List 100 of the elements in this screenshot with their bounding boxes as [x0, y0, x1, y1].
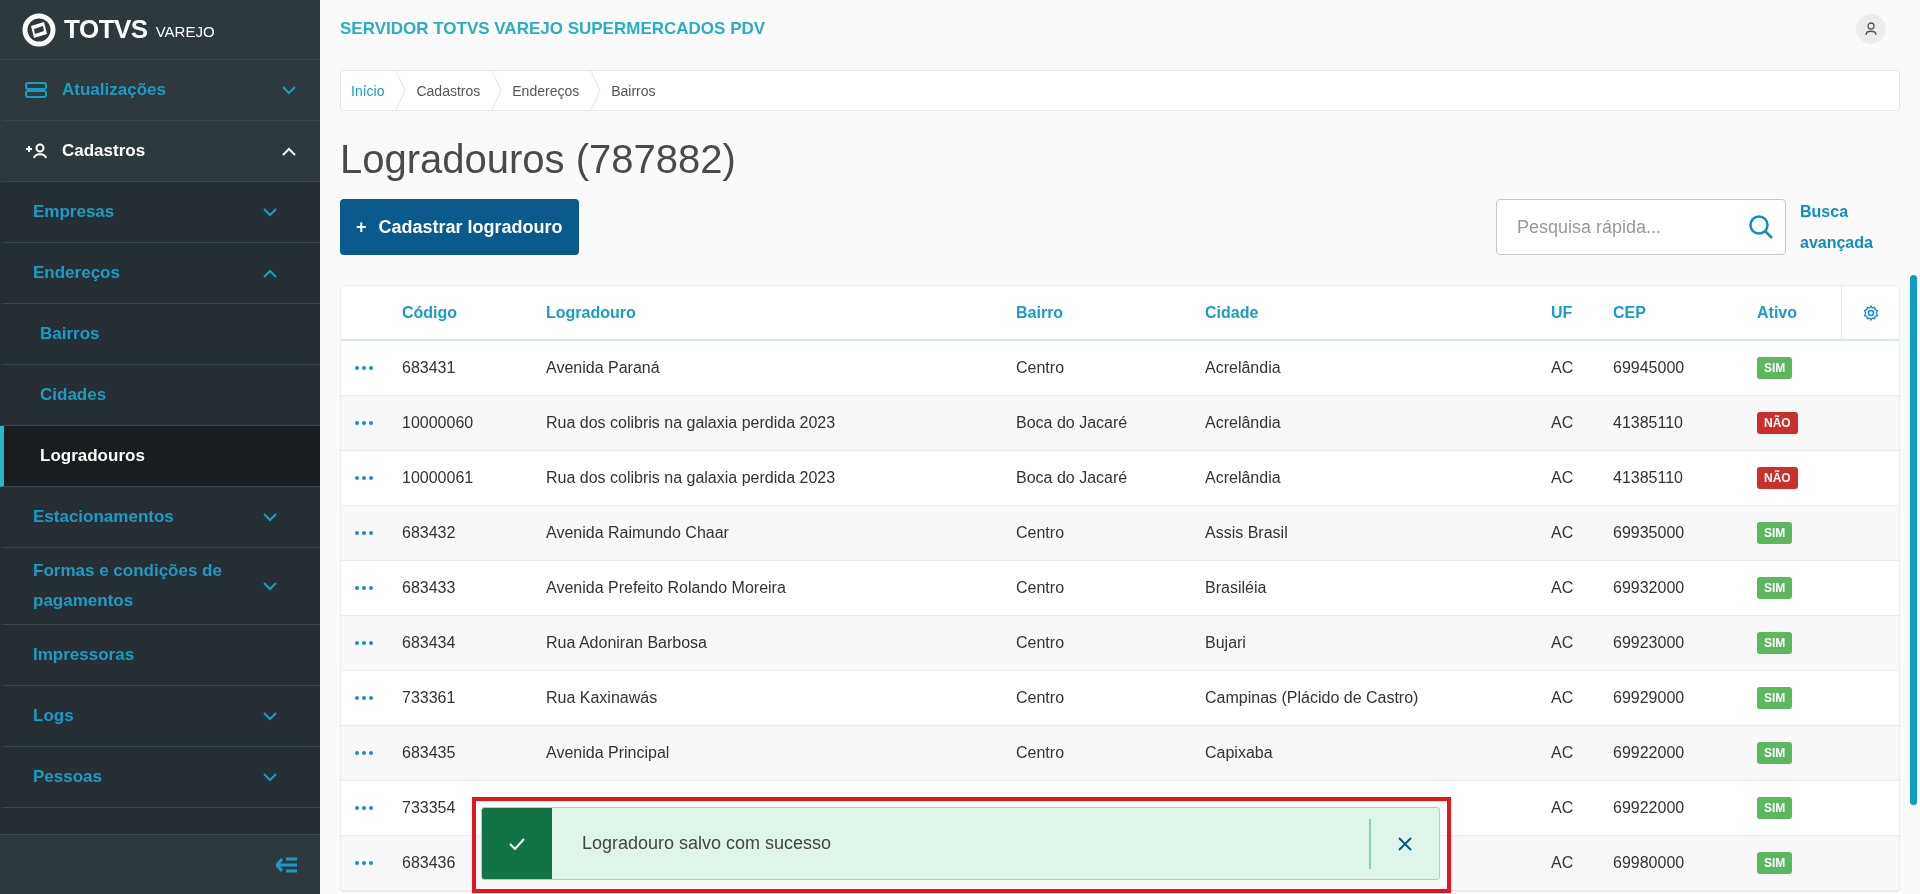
sidebar-item-label: Logradouros	[40, 445, 146, 467]
server-title: SERVIDOR TOTVS VAREJO SUPERMERCADOS PDV	[340, 18, 766, 39]
column-header[interactable]: Logradouro	[546, 303, 636, 322]
scrollbar-thumb[interactable]	[1909, 275, 1917, 805]
row-actions-button[interactable]	[355, 583, 373, 593]
status-badge: SIM	[1757, 522, 1793, 544]
breadcrumb-link[interactable]: Cadastros	[406, 71, 493, 110]
table-cell-text: Boca do Jacaré	[1016, 414, 1129, 432]
sidebar-item[interactable]: Cadastros	[0, 121, 320, 182]
table-cell-text: AC	[1551, 689, 1575, 707]
table-cell-text: Centro	[1016, 744, 1066, 762]
row-actions-button[interactable]	[355, 858, 373, 868]
chevron-icon	[263, 268, 277, 278]
table-cell-text: Rua Kaxinawás	[546, 689, 659, 707]
table-cell-text: AC	[1551, 579, 1575, 597]
sidebar-item-label: Estacionamentos	[33, 506, 175, 528]
breadcrumb-link[interactable]: Bairros	[601, 71, 668, 110]
close-icon	[1397, 835, 1413, 852]
chevron-icon	[263, 581, 277, 591]
column-header[interactable]: Ativo	[1757, 303, 1797, 322]
table-cell-text: 69932000	[1613, 579, 1686, 597]
logo-suffix: VAREJO	[155, 23, 215, 40]
status-badge: SIM	[1757, 742, 1793, 764]
chevron-icon	[282, 146, 296, 156]
table-cell-text: AC	[1551, 414, 1575, 432]
sidebar-item-label: Impressoras	[33, 644, 136, 666]
row-actions-button[interactable]	[355, 363, 373, 373]
column-header[interactable]: Cidade	[1205, 303, 1259, 322]
sidebar-item-label: Cidades	[40, 384, 108, 406]
table-cell-text: 683436	[402, 854, 457, 872]
add-button[interactable]: + Cadastrar logradouro	[340, 199, 579, 255]
table-cell-text: AC	[1551, 744, 1575, 762]
status-badge: SIM	[1757, 797, 1793, 819]
table-cell-text: Boca do Jacaré	[1016, 469, 1129, 487]
collapse-menu-icon[interactable]	[276, 856, 298, 873]
status-badge: SIM	[1757, 357, 1793, 379]
row-actions-button[interactable]	[355, 748, 373, 758]
sidebar-item[interactable]: Atualizações	[0, 60, 320, 121]
more-icon	[355, 806, 373, 810]
table-cell-text: Assis Brasil	[1205, 524, 1289, 542]
table-cell-text: Centro	[1016, 689, 1066, 707]
table-cell-text: Acrelândia	[1205, 414, 1282, 432]
column-header[interactable]: UF	[1551, 303, 1573, 322]
table-cell-text: 69923000	[1613, 634, 1686, 652]
status-badge: SIM	[1757, 632, 1793, 654]
settings-icon[interactable]	[1862, 304, 1879, 321]
row-actions-button[interactable]	[355, 418, 373, 428]
chevron-icon	[263, 207, 277, 217]
row-actions-button[interactable]	[355, 638, 373, 648]
breadcrumb-link[interactable]: Início	[341, 71, 397, 110]
page-title: Logradouros (787882)	[340, 136, 737, 183]
table-cell-text: 733354	[402, 799, 457, 817]
table-cell-text: Centro	[1016, 524, 1066, 542]
check-icon	[509, 837, 525, 850]
table-cell-text: Acrelândia	[1205, 359, 1282, 377]
breadcrumb-link[interactable]: Endereços	[502, 71, 592, 110]
column-header[interactable]: Código	[402, 303, 458, 322]
more-icon	[355, 861, 373, 865]
user-icon	[1865, 21, 1877, 36]
row-actions-button[interactable]	[355, 803, 373, 813]
table-cell-text: AC	[1551, 634, 1575, 652]
table-cell-text: 683434	[402, 634, 457, 652]
table-cell-text: 10000061	[402, 469, 475, 487]
advanced-search-link[interactable]: Busca avançada	[1800, 196, 1900, 258]
logo-icon	[22, 12, 56, 47]
table-cell-text: Rua Adoniran Barbosa	[546, 634, 708, 652]
table-cell-text: Avenida Principal	[546, 744, 671, 762]
row-actions-button[interactable]	[355, 528, 373, 538]
more-icon	[355, 421, 373, 425]
sidebar-item-label: Logs	[33, 705, 75, 727]
chevron-icon	[282, 85, 296, 95]
table-cell-text: Campinas (Plácido de Castro)	[1205, 689, 1420, 707]
table-cell-text: 41385110	[1613, 414, 1684, 432]
row-actions-button[interactable]	[355, 693, 373, 703]
table-cell-text: 41385110	[1613, 469, 1684, 487]
table-cell-text: Rua dos colibris na galaxia perdida 2023	[546, 414, 837, 432]
search-field[interactable]: Pesquisa rápida...	[1496, 199, 1786, 255]
table-cell-text: AC	[1551, 359, 1575, 377]
sidebar-item[interactable]: Logradouros	[0, 426, 320, 487]
logo-name: TOTVS	[64, 14, 148, 45]
chevron-icon	[263, 512, 277, 522]
sidebar-item-label: Empresas	[33, 201, 116, 223]
table-cell-text: 683432	[402, 524, 457, 542]
table-cell-text: 69980000	[1613, 854, 1686, 872]
more-icon	[355, 641, 373, 645]
more-icon	[355, 586, 373, 590]
sidebar-item-label: Atualizações	[62, 79, 167, 101]
column-header[interactable]: Bairro	[1016, 303, 1064, 322]
table-cell-text: 683431	[402, 359, 457, 377]
table-cell-text: Avenida Raimundo Chaar	[546, 524, 730, 542]
table-cell-text: Centro	[1016, 634, 1066, 652]
row-actions-button[interactable]	[355, 473, 373, 483]
column-header[interactable]: CEP	[1613, 303, 1646, 322]
sidebar-item-label: Bairros	[40, 323, 101, 345]
search-icon[interactable]	[1748, 214, 1774, 240]
table-cell-text: Acrelândia	[1205, 469, 1282, 487]
table-cell-text: AC	[1551, 524, 1575, 542]
table-cell-text: 69945000	[1613, 359, 1686, 377]
user-avatar[interactable]	[1856, 13, 1886, 44]
more-icon	[355, 531, 373, 535]
